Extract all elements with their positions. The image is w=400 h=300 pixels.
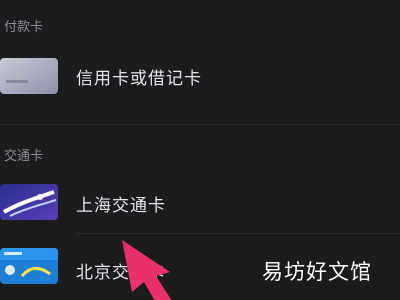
pointer-arrow-icon — [122, 240, 172, 300]
beijing-transit-card-icon — [0, 248, 58, 284]
card-label-credit-debit: 信用卡或借记卡 — [76, 69, 202, 89]
credit-card-icon — [0, 58, 58, 94]
shanghai-transit-card-icon — [0, 184, 58, 220]
card-label-shanghai-transit: 上海交通卡 — [76, 196, 166, 216]
section-divider — [0, 124, 400, 125]
list-item-credit-debit-card[interactable]: 信用卡或借记卡 — [0, 50, 400, 106]
section-header-transit-cards: 交通卡 — [4, 149, 44, 164]
list-item-shanghai-transit-card[interactable]: 上海交通卡 — [0, 176, 400, 232]
watermark-text: 易坊好文馆 — [262, 260, 372, 284]
wallet-add-card-screen: 付款卡 信用卡或借记卡 交通卡 上海交通卡 北京交通卡 易坊好文馆 — [0, 0, 400, 300]
section-header-payment-cards: 付款卡 — [4, 20, 44, 35]
